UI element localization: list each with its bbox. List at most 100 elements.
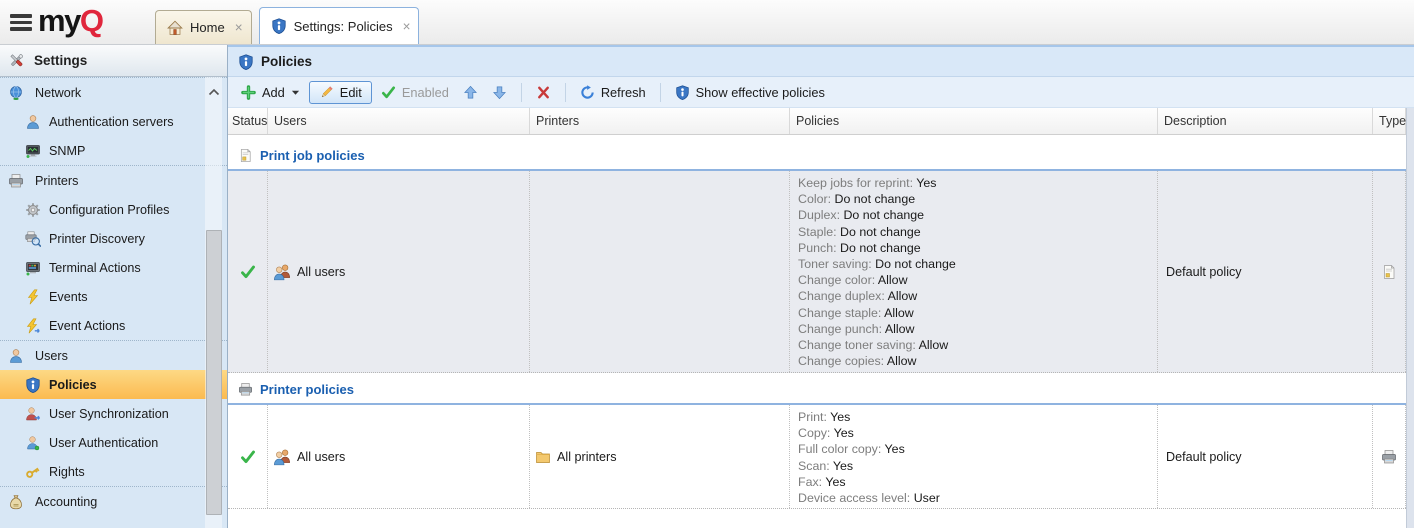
move-down-button[interactable]	[487, 82, 512, 103]
myq-app-window: myQ Home × Settings: Policies × Settings…	[0, 0, 1414, 528]
enabled-label: Enabled	[402, 85, 449, 100]
description-value: Default policy	[1166, 265, 1242, 279]
column-header-status[interactable]: Status	[228, 108, 268, 134]
sidebar-item-printers[interactable]: Printers	[0, 165, 227, 195]
check-icon	[381, 85, 396, 100]
tab-settings-policies[interactable]: Settings: Policies ×	[259, 7, 420, 44]
users-value: All users	[297, 450, 345, 464]
sidebar-nav: Network Authentication servers SNMP Prin…	[0, 77, 227, 516]
sidebar-item-label: Policies	[49, 378, 97, 392]
users-group-icon	[273, 263, 291, 281]
sidebar-item-event-actions[interactable]: Event Actions	[0, 311, 227, 340]
scroll-up-arrow-icon[interactable]	[205, 83, 222, 101]
pencil-icon	[319, 85, 334, 100]
refresh-label: Refresh	[601, 85, 646, 100]
policy-line: Duplex: Do not change	[798, 207, 1149, 223]
plus-icon	[241, 85, 256, 100]
logo-text-q: Q	[80, 3, 103, 38]
cell-printers: All printers	[530, 405, 790, 508]
document-icon	[1381, 264, 1397, 280]
printer-icon	[238, 382, 253, 397]
close-icon[interactable]: ×	[403, 19, 411, 34]
lightning-arrow-icon	[25, 318, 41, 334]
policy-line: Punch: Do not change	[798, 240, 1149, 256]
sidebar-item-printer-discovery[interactable]: Printer Discovery	[0, 224, 227, 253]
table-scrollbar[interactable]	[1406, 108, 1414, 528]
printer-icon	[1381, 449, 1397, 465]
shield-icon	[675, 85, 690, 100]
caret-down-icon	[291, 89, 300, 96]
sidebar-item-users[interactable]: Users	[0, 340, 227, 370]
close-icon[interactable]: ×	[235, 20, 243, 35]
column-header-printers[interactable]: Printers	[530, 108, 790, 134]
section-header-print-job-policies: Print job policies	[228, 135, 1406, 171]
lightning-icon	[25, 289, 41, 305]
shield-icon	[238, 54, 254, 70]
sidebar-item-authentication-servers[interactable]: Authentication servers	[0, 107, 227, 136]
move-up-button[interactable]	[458, 82, 483, 103]
refresh-button[interactable]: Refresh	[575, 82, 651, 103]
table-row[interactable]: All users All printers Print: YesCopy: Y…	[228, 405, 1406, 509]
sidebar-header: Settings	[0, 45, 227, 77]
add-label: Add	[262, 85, 285, 100]
sidebar-item-network[interactable]: Network	[0, 77, 227, 107]
tab-label: Home	[190, 20, 225, 35]
policy-line: Fax: Yes	[798, 474, 1149, 490]
sidebar-item-terminal-actions[interactable]: Terminal Actions	[0, 253, 227, 282]
column-header-users[interactable]: Users	[268, 108, 530, 134]
menu-icon[interactable]	[10, 14, 32, 34]
sidebar-item-configuration-profiles[interactable]: Configuration Profiles	[0, 195, 227, 224]
sidebar-scrollbar[interactable]	[205, 77, 222, 528]
column-header-description[interactable]: Description	[1158, 108, 1373, 134]
monitor-icon	[25, 143, 41, 159]
sidebar-item-label: User Synchronization	[49, 407, 169, 421]
policy-line: Change color: Allow	[798, 272, 1149, 288]
cell-users: All users	[268, 405, 530, 508]
folder-icon	[535, 449, 551, 465]
settings-sidebar: Settings Network Authentication servers …	[0, 45, 228, 528]
sidebar-scrollbar-thumb[interactable]	[206, 230, 222, 515]
sidebar-item-events[interactable]: Events	[0, 282, 227, 311]
users-group-icon	[273, 448, 291, 466]
cell-printers	[530, 171, 790, 372]
edit-label: Edit	[340, 85, 362, 100]
sidebar-item-label: User Authentication	[49, 436, 158, 450]
edit-button[interactable]: Edit	[309, 81, 372, 104]
globe-icon	[8, 85, 24, 101]
sidebar-item-label: Network	[35, 86, 81, 100]
sidebar-item-accounting[interactable]: Accounting	[0, 486, 227, 516]
users-value: All users	[297, 265, 345, 279]
sidebar-item-label: Printer Discovery	[49, 232, 145, 246]
column-header-type[interactable]: Type	[1373, 108, 1406, 134]
sidebar-item-rights[interactable]: Rights	[0, 457, 227, 486]
policy-line: Change punch: Allow	[798, 321, 1149, 337]
show-effective-policies-label: Show effective policies	[696, 85, 825, 100]
check-icon	[240, 449, 256, 465]
sidebar-item-policies[interactable]: Policies	[0, 370, 227, 399]
policy-line: Change duplex: Allow	[798, 288, 1149, 304]
arrow-down-icon	[492, 85, 507, 100]
section-header-printer-policies: Printer policies	[228, 373, 1406, 405]
sidebar-item-label: Configuration Profiles	[49, 203, 169, 217]
tab-home[interactable]: Home ×	[155, 10, 252, 44]
document-icon	[238, 148, 253, 163]
enabled-button[interactable]: Enabled	[376, 82, 454, 103]
page-title: Policies	[261, 54, 312, 69]
policy-line: Toner saving: Do not change	[798, 256, 1149, 272]
myq-logo: myQ	[38, 3, 102, 39]
policy-line: Change toner saving: Allow	[798, 337, 1149, 353]
cell-status	[228, 171, 268, 372]
show-effective-policies-button[interactable]: Show effective policies	[670, 82, 830, 103]
cell-type	[1373, 405, 1406, 508]
delete-button[interactable]	[531, 82, 556, 103]
sidebar-item-snmp[interactable]: SNMP	[0, 136, 227, 165]
table-row[interactable]: All users Keep jobs for reprint: YesColo…	[228, 171, 1406, 373]
sidebar-item-user-authentication[interactable]: User Authentication	[0, 428, 227, 457]
cell-status	[228, 405, 268, 508]
add-button[interactable]: Add	[236, 82, 305, 103]
sidebar-item-user-synchronization[interactable]: User Synchronization	[0, 399, 227, 428]
column-header-policies[interactable]: Policies	[790, 108, 1158, 134]
shield-icon	[25, 377, 41, 393]
policy-line: Change staple: Allow	[798, 305, 1149, 321]
user-sync-icon	[25, 406, 41, 422]
